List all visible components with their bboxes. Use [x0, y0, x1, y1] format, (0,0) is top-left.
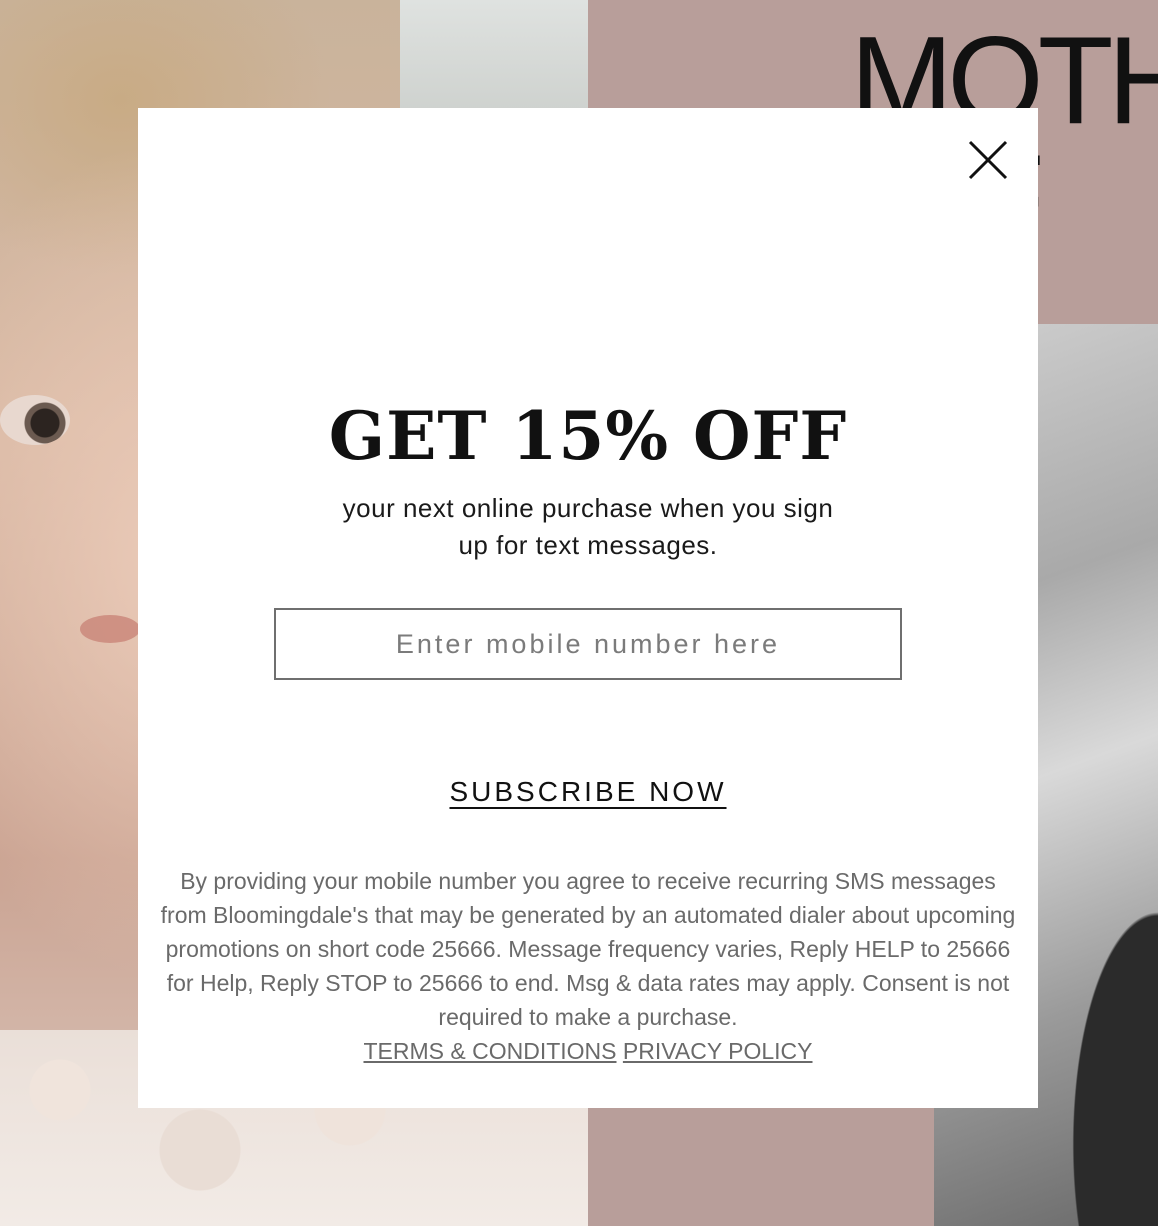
promo-subtitle: your next online purchase when you sign … [342, 493, 834, 560]
subscribe-now-button[interactable]: SUBSCRIBE NOW [138, 776, 1038, 808]
sms-signup-modal: GET 15% OFF your next online purchase wh… [138, 108, 1038, 1108]
background-child-eye [0, 395, 70, 445]
mobile-number-input[interactable] [274, 608, 902, 680]
privacy-policy-link[interactable]: PRIVACY POLICY [623, 1038, 813, 1064]
close-x-icon [968, 140, 1008, 180]
background-child-lips [80, 615, 140, 643]
legal-links: TERMS & CONDITIONS PRIVACY POLICY [138, 1034, 1038, 1068]
terms-conditions-link[interactable]: TERMS & CONDITIONS [363, 1038, 616, 1064]
sms-disclaimer: By providing your mobile number you agre… [160, 868, 1016, 1030]
promo-title: GET 15% OFF [328, 397, 848, 475]
close-button[interactable] [964, 136, 1012, 184]
